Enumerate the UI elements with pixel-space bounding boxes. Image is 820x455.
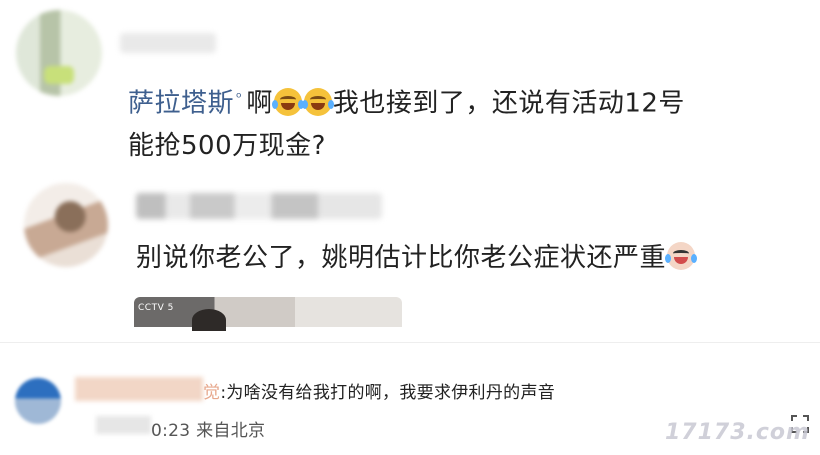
comment-text-line2: 能抢500万现金?: [128, 131, 326, 161]
avatar[interactable]: [16, 10, 102, 96]
crying-emoji: [665, 242, 698, 270]
username-redacted[interactable]: [120, 33, 216, 53]
comment-body: 萨拉塔斯 ᵒ 啊 我也接到了，还说有活动12号: [128, 76, 808, 126]
comment-text: 我也接到了，还说有活动12号: [332, 88, 685, 119]
timestamp: 0:23: [151, 421, 191, 441]
comment-text: 别说你老公了，姚明估计比你老公症状还严重: [136, 243, 667, 273]
mention-author[interactable]: 萨拉塔斯: [128, 89, 234, 119]
comment-body: 别说你老公了，姚明估计比你老公症状还严重: [136, 236, 698, 280]
username-redacted[interactable]: [75, 377, 203, 401]
laughing-crying-emoji: [301, 87, 334, 116]
reply-author-partial[interactable]: 觉: [203, 383, 220, 403]
comment-text-lead: 啊: [246, 88, 273, 119]
divider: [0, 342, 820, 343]
thumbnail-figure: [192, 309, 226, 331]
video-thumbnail[interactable]: CCTV 5: [134, 297, 402, 331]
laughing-crying-emoji: [271, 87, 304, 116]
watermark: 17173.com: [665, 420, 810, 445]
username-redacted[interactable]: [136, 193, 382, 219]
avatar[interactable]: [24, 183, 108, 267]
reply-body: 觉:为啥没有给我打的啊，我要求伊利丹的声音: [203, 378, 555, 403]
avatar[interactable]: [15, 378, 61, 424]
reply-meta: 0:23 来自北京: [151, 416, 265, 441]
pin-icon: ᵒ: [236, 90, 243, 106]
cctv-badge: CCTV 5: [138, 303, 174, 313]
timestamp-redacted: [96, 416, 151, 434]
location: 来自北京: [196, 421, 266, 441]
reply-text: :为啥没有给我打的啊，我要求伊利丹的声音: [220, 383, 556, 403]
